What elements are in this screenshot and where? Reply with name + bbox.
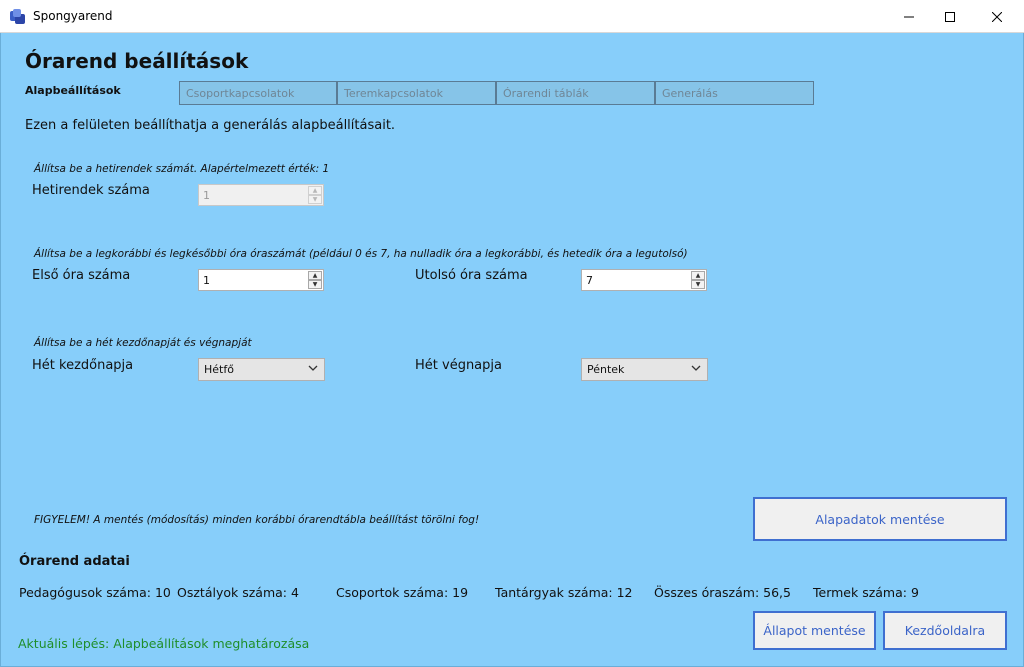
minimize-icon [904,16,914,17]
last-period-label: Utolsó óra száma [415,268,528,283]
main-panel: Órarend beállítások Alapbeállítások Csop… [0,33,1024,667]
tab-orarendi-tablak[interactable]: Órarendi táblák [496,81,655,105]
weeks-label: Hetirendek száma [32,183,150,198]
week-end-select[interactable]: Péntek [581,358,708,381]
last-period-spinner[interactable]: 7 ▲ ▼ [581,269,707,291]
days-hint: Állítsa be a hét kezdőnapját és végnapjá… [34,337,252,349]
week-start-value: Hétfő [204,363,234,376]
title-bar: Spongyarend [0,0,1024,33]
summary-title: Órarend adatai [19,554,130,569]
spinner-arrows: ▲ ▼ [308,186,322,204]
app-icon [10,9,25,24]
close-icon [992,11,1002,22]
page-title: Órarend beállítások [25,49,249,73]
last-period-value: 7 [586,274,593,287]
week-start-select[interactable]: Hétfő [198,358,325,381]
save-state-button[interactable]: Állapot mentése [753,611,876,650]
weeks-spinner[interactable]: 1 ▲ ▼ [198,184,324,206]
chevron-down-icon [308,365,318,371]
spin-up-icon[interactable]: ▲ [308,186,322,195]
total-hours: Összes óraszám: 56,5 [654,585,791,600]
week-start-label: Hét kezdőnapja [32,358,134,373]
tab-teremkapcsolatok[interactable]: Teremkapcsolatok [337,81,496,105]
spinner-arrows: ▲ ▼ [308,271,322,289]
warning-text: FIGYELEM! A mentés (módosítás) minden ko… [34,514,480,526]
status-text: Aktuális lépés: Alapbeállítások meghatár… [18,636,310,651]
tab-alapbeallitasok[interactable]: Alapbeállítások [25,84,121,97]
tab-csoportkapcsolatok[interactable]: Csoportkapcsolatok [179,81,337,105]
spin-up-icon[interactable]: ▲ [691,271,705,280]
maximize-icon [945,11,955,22]
weeks-hint: Állítsa be a hetirendek számát. Alapérte… [34,163,330,175]
spinner-arrows: ▲ ▼ [691,271,705,289]
groups-count: Csoportok száma: 19 [336,585,469,600]
maximize-button[interactable] [927,0,973,33]
periods-hint: Állítsa be a legkorábbi és legkésőbbi ór… [34,248,688,260]
week-end-value: Péntek [587,363,625,376]
window-title: Spongyarend [33,9,113,23]
weeks-value: 1 [203,189,210,202]
home-button[interactable]: Kezdőoldalra [883,611,1007,650]
save-base-data-button[interactable]: Alapadatok mentése [753,497,1007,541]
minimize-button[interactable] [886,0,932,33]
first-period-label: Első óra száma [32,268,131,283]
close-button[interactable] [974,0,1020,33]
subjects-count: Tantárgyak száma: 12 [495,585,633,600]
spin-up-icon[interactable]: ▲ [308,271,322,280]
classes-count: Osztályok száma: 4 [177,585,299,600]
chevron-down-icon [691,365,701,371]
first-period-value: 1 [203,274,210,287]
first-period-spinner[interactable]: 1 ▲ ▼ [198,269,324,291]
rooms-count: Termek száma: 9 [813,585,919,600]
week-end-label: Hét végnapja [415,358,502,373]
tab-generalas[interactable]: Generálás [655,81,814,105]
spin-down-icon[interactable]: ▼ [308,195,322,204]
teachers-count: Pedagógusok száma: 10 [19,585,171,600]
intro-text: Ezen a felületen beállíthatja a generálá… [25,118,396,133]
spin-down-icon[interactable]: ▼ [308,280,322,289]
spin-down-icon[interactable]: ▼ [691,280,705,289]
